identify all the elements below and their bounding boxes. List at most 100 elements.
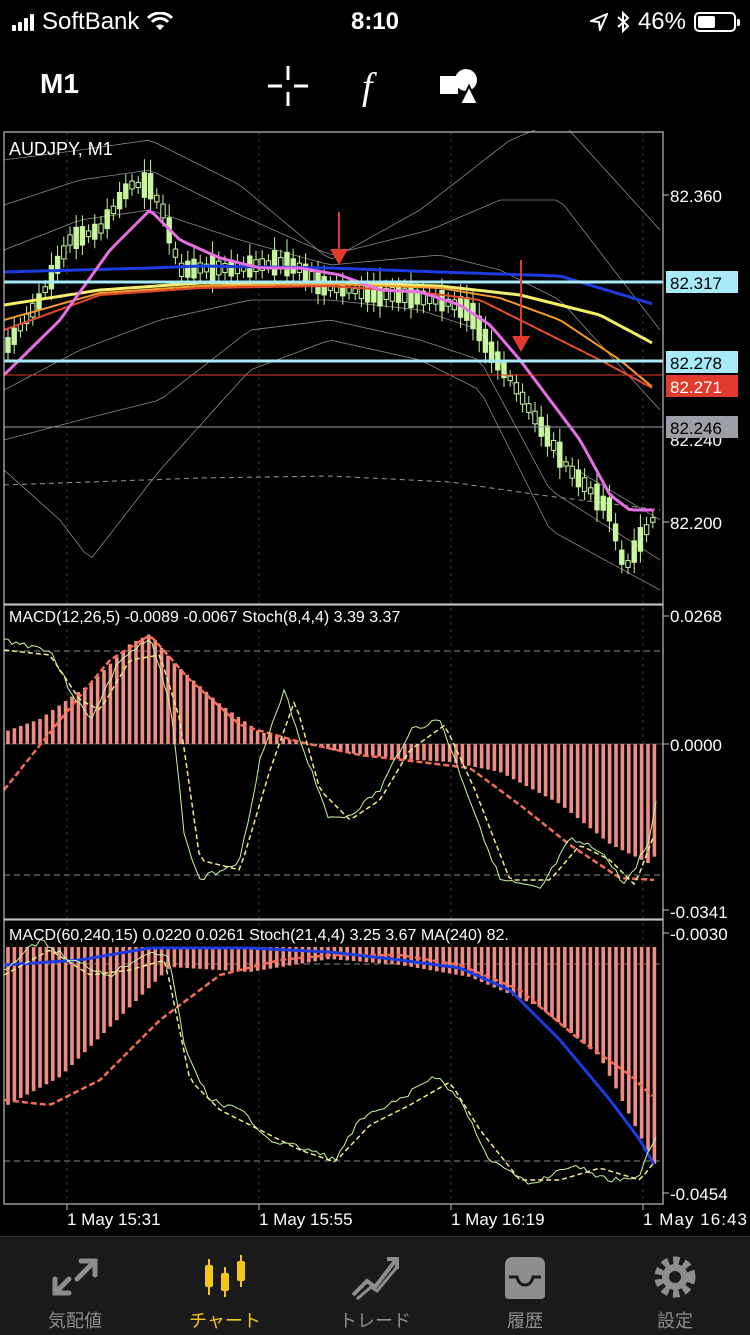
price-level-label: 82.278 xyxy=(670,354,722,373)
macd-bar xyxy=(13,728,17,744)
chart-icon xyxy=(197,1251,253,1303)
macd-bar xyxy=(621,744,625,850)
macd-bar xyxy=(518,744,522,783)
tab-settings[interactable]: 設定 xyxy=(600,1237,750,1335)
macd-bar xyxy=(89,683,93,744)
macd-bar xyxy=(441,744,445,762)
candle xyxy=(279,258,283,267)
tab-quotes[interactable]: 気配値 xyxy=(0,1237,150,1335)
candle xyxy=(576,470,580,487)
function-icon[interactable]: f xyxy=(352,66,396,106)
tab-bar: 気配値チャート トレード履歴設定 xyxy=(0,1236,750,1335)
macd-long-bar xyxy=(531,947,535,1004)
candle xyxy=(620,550,624,564)
macd-bar xyxy=(614,744,618,847)
macd-long-bar xyxy=(134,947,138,1001)
candle xyxy=(272,251,276,275)
macd-long-bar xyxy=(608,947,612,1076)
candle xyxy=(117,192,121,208)
crosshair-icon[interactable] xyxy=(266,66,310,106)
macd-long-bar xyxy=(192,947,196,968)
macd-long-bar xyxy=(128,947,132,1007)
macd-long-bar xyxy=(576,947,580,1038)
candle xyxy=(508,376,512,381)
macd-bar xyxy=(102,670,106,744)
candle xyxy=(186,261,190,277)
candle xyxy=(198,263,202,273)
candle xyxy=(142,173,146,198)
macd-long-bar xyxy=(51,947,55,1081)
macd-signal-line xyxy=(4,636,654,880)
macd-bar xyxy=(358,744,362,754)
battery-icon xyxy=(694,12,736,32)
candle xyxy=(589,488,593,494)
candle xyxy=(595,484,599,510)
macd-long-bar xyxy=(32,947,36,1091)
macd-bar xyxy=(128,644,132,744)
price-chart[interactable]: AUDJPY, M182.36082.24082.20082.31782.278… xyxy=(0,130,750,1235)
price-axis-label: 82.360 xyxy=(670,187,722,206)
macd-long-bar xyxy=(89,947,93,1046)
macd-long-bar xyxy=(141,947,145,995)
candle xyxy=(99,224,103,233)
macd-bar xyxy=(550,744,554,800)
macd-bar xyxy=(185,675,189,744)
macd-long-bar xyxy=(621,947,625,1101)
band-line xyxy=(4,300,660,520)
candle xyxy=(173,249,177,257)
macd-long-bar xyxy=(525,947,529,1001)
tab-label: チャート xyxy=(189,1307,261,1333)
quotes-icon xyxy=(47,1251,103,1303)
macd-bar xyxy=(512,744,516,779)
candle xyxy=(607,498,611,521)
macd-bar xyxy=(115,657,119,744)
price-levels xyxy=(4,282,663,427)
macd-bar xyxy=(537,744,541,793)
macd-long-bar xyxy=(109,947,113,1027)
indicator-scale-label: -0.0341 xyxy=(670,903,728,922)
tab-trade[interactable]: トレード xyxy=(300,1237,450,1335)
macd-long-bar xyxy=(19,947,23,1098)
objects-icon[interactable] xyxy=(438,66,482,106)
tab-chart[interactable]: チャート xyxy=(150,1237,300,1335)
timeframe-button[interactable]: M1 xyxy=(40,68,79,100)
candle xyxy=(148,174,152,199)
macd-long-bar xyxy=(569,947,573,1033)
macd-bar xyxy=(473,744,477,767)
macd-bar xyxy=(134,641,138,744)
macd-long-bar xyxy=(121,947,125,1014)
macd-bar xyxy=(569,744,573,813)
candle xyxy=(74,227,78,248)
candle xyxy=(514,383,518,394)
macd-long-bar xyxy=(262,947,266,970)
macd-long-bar xyxy=(435,947,439,971)
macd-bar xyxy=(64,701,68,744)
macd-bar xyxy=(595,744,599,833)
mid-band-line xyxy=(4,476,660,510)
macd-long-bar xyxy=(45,947,49,1084)
panel-frame xyxy=(4,132,663,604)
candle xyxy=(570,466,574,478)
macd-bar xyxy=(109,664,113,744)
macd-bar xyxy=(582,744,586,823)
candle xyxy=(80,227,84,245)
macd-bar xyxy=(416,744,420,760)
candle xyxy=(601,496,605,510)
ma-orange-line xyxy=(4,284,652,387)
macd-bar xyxy=(198,686,202,744)
macd-bar xyxy=(422,744,426,760)
macd-bar xyxy=(6,731,10,744)
tab-history[interactable]: 履歴 xyxy=(450,1237,600,1335)
history-icon xyxy=(497,1251,553,1303)
macd-long-bar xyxy=(448,947,452,974)
indicator-scale-label: 0.0268 xyxy=(670,607,722,626)
macd-bar xyxy=(429,744,433,761)
candle xyxy=(12,328,16,344)
candle xyxy=(564,462,568,466)
macd-long-bar xyxy=(185,947,189,968)
macd-bar xyxy=(646,744,650,863)
macd-long-bar xyxy=(601,947,605,1063)
macd-bar xyxy=(262,733,266,744)
candle xyxy=(93,224,97,239)
macd-long-bar xyxy=(582,947,586,1044)
